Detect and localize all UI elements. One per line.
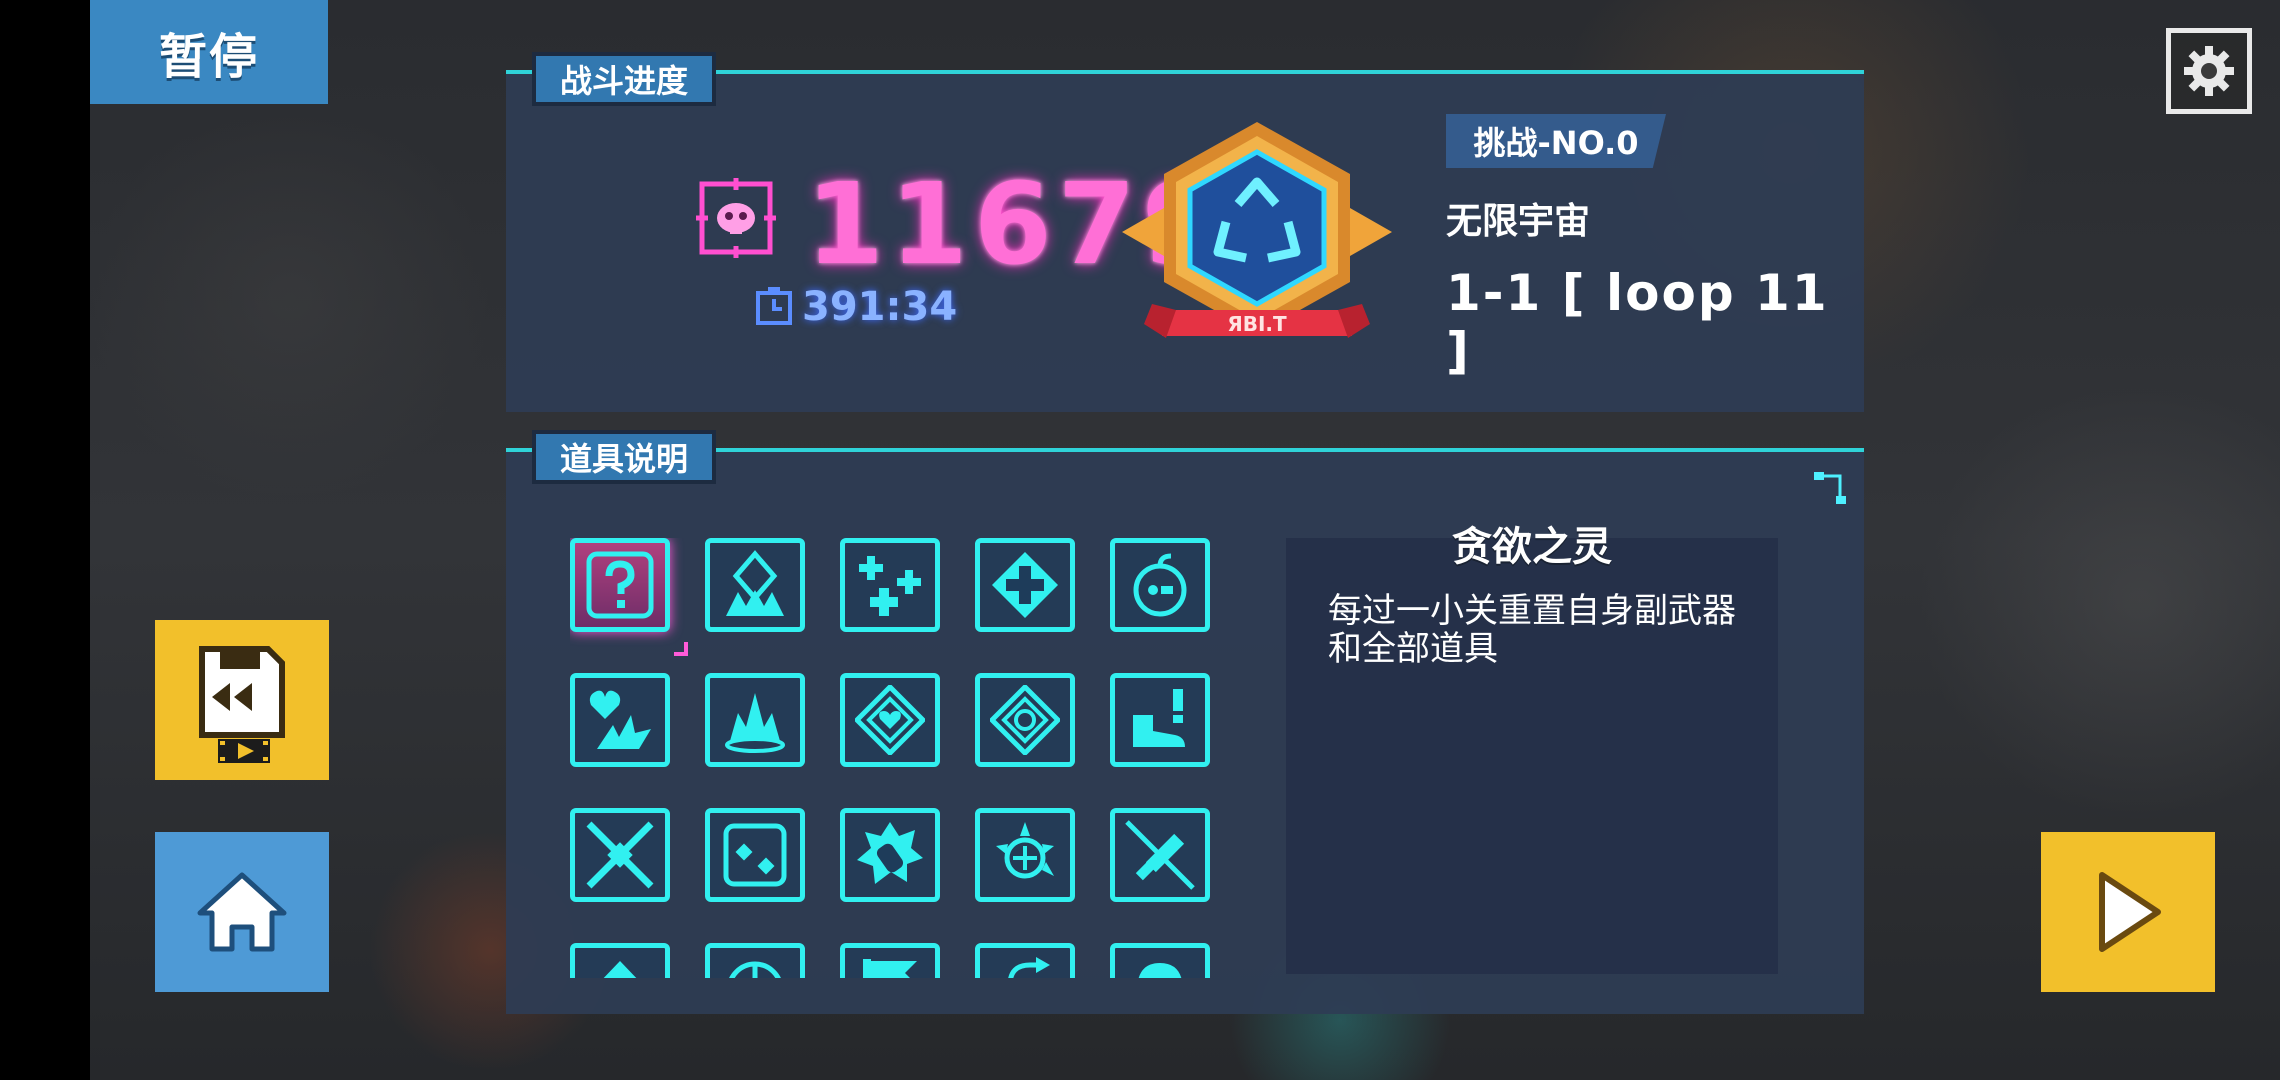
loop-arrow-icon (1008, 957, 1050, 978)
item-slot-loop-arrow[interactable] (975, 943, 1075, 978)
item-slot-question[interactable] (570, 538, 688, 656)
item-slot-crossed-swords[interactable] (570, 808, 670, 902)
battle-progress-tab: 战斗进度 (532, 52, 717, 106)
challenge-tag: 挑战-NO.0 (1446, 114, 1666, 168)
triple-cross-icon (859, 556, 921, 616)
item-slot-spiky-target[interactable] (975, 808, 1075, 902)
sword-slash-icon (1125, 820, 1195, 890)
item-slot-dice[interactable] (705, 808, 805, 902)
item-slot-medic-cross[interactable] (975, 538, 1075, 632)
fire-burst-icon (725, 693, 785, 753)
item-slot-triple-cross[interactable] (840, 538, 940, 632)
spiky-target-icon (996, 822, 1054, 879)
target-diamond-icon (990, 685, 1060, 755)
shell-burst-icon (857, 822, 923, 884)
resume-play-button[interactable] (2041, 832, 2215, 992)
bomb-face-icon (1133, 553, 1187, 617)
flag-icon (863, 959, 917, 978)
settings-button[interactable] (2166, 28, 2252, 114)
heart-burst-icon (589, 690, 651, 749)
item-slot-arrow-up[interactable] (570, 943, 670, 978)
home-button[interactable] (155, 832, 329, 992)
mode-name: 无限宇宙 (1446, 201, 1591, 242)
badge-banner-text: ЯBI.T (1227, 312, 1287, 336)
item-slot-heart-burst[interactable] (570, 673, 670, 767)
boot-alert-icon (1133, 689, 1185, 747)
item-slot-flag[interactable] (840, 943, 940, 978)
item-description-text: 每过一小关重置自身副武器和全部道具 (1328, 591, 1736, 669)
item-slot-target-diamond[interactable] (975, 673, 1075, 767)
item-slot-fire-burst[interactable] (705, 673, 805, 767)
dice-icon (723, 823, 787, 887)
timer-value: 391:34 (802, 284, 958, 330)
question-mark-icon (586, 551, 654, 619)
half-circle-icon (729, 961, 781, 978)
item-slot-bomb-face[interactable] (1110, 538, 1210, 632)
item-slot-boot-alert[interactable] (1110, 673, 1210, 767)
stopwatch-icon (756, 287, 792, 325)
skull-target-icon (696, 178, 776, 258)
item-slot-half-circle[interactable] (705, 943, 805, 978)
battle-progress-panel: 战斗进度 11679 391:34 ЯBI.T 挑战-NO.0 无限宇宙 1-1… (506, 52, 1864, 412)
gear-icon (2184, 46, 2234, 96)
item-slot-shell-burst[interactable] (840, 808, 940, 902)
dome-icon (1138, 963, 1182, 978)
expand-corner-icon[interactable] (1812, 470, 1848, 506)
item-description-panel: 道具说明 每过一小关重置自身副武器和全部道具 贪欲之灵 (506, 430, 1864, 1014)
stage-label: 1-1 [ loop 11 ] (1446, 264, 1829, 380)
item-name: 贪欲之灵 (1452, 524, 1612, 570)
home-icon (197, 872, 287, 952)
medic-cross-icon (992, 552, 1058, 618)
item-slot-diamond-burst[interactable] (705, 538, 805, 632)
item-grid (570, 538, 1230, 978)
item-description-box: 每过一小关重置自身副武器和全部道具 (1286, 538, 1778, 974)
item-description-tab: 道具说明 (532, 430, 717, 484)
item-slot-sword-slash[interactable] (1110, 808, 1210, 902)
item-slot-dome[interactable] (1110, 943, 1210, 978)
recycle-badge-icon: ЯBI.T (1122, 122, 1392, 338)
timer: 391:34 (754, 284, 957, 330)
item-slot-heart-diamond[interactable] (840, 673, 940, 767)
replay-save-button[interactable] (155, 620, 329, 780)
diamond-burst-icon (726, 550, 784, 616)
pause-title: 暂停 (90, 0, 328, 104)
play-icon (2099, 872, 2161, 952)
save-rewind-icon (199, 646, 285, 763)
heart-diamond-icon (855, 685, 925, 755)
arrow-up-icon (603, 961, 637, 978)
crossed-swords-icon (586, 821, 654, 889)
